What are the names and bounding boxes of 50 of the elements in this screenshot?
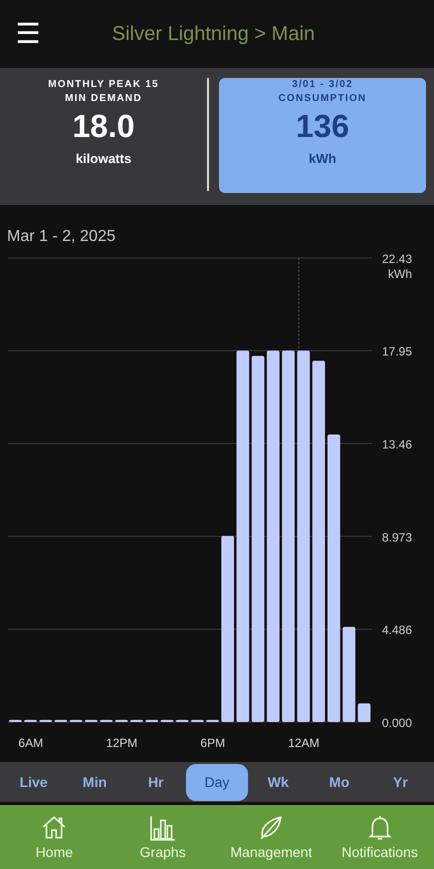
y-tick-label: 22.43 (382, 252, 412, 266)
stat-caption: MONTHLY PEAK 15 MIN DEMAND (47, 78, 160, 106)
bar (39, 720, 52, 722)
nav-item[interactable]: Notifications (326, 805, 434, 869)
nav-item[interactable]: Management (217, 805, 326, 869)
bar-chart-icon (148, 814, 177, 842)
stat-unit: kWh (308, 151, 336, 166)
stat-caption: 3/01 - 3/02 CONSUMPTION (277, 78, 368, 106)
bar (146, 720, 158, 722)
stat-value: 18.0 (72, 108, 135, 145)
bar (115, 720, 128, 722)
bar (24, 720, 37, 722)
x-tick-label: 6PM (200, 736, 226, 750)
bar (176, 720, 188, 722)
y-tick-label: 4.486 (382, 623, 412, 638)
app-title: Silver Lightning > Main (112, 22, 315, 46)
stat-unit: kilowatts (76, 151, 132, 166)
range-tab[interactable]: Day (186, 764, 248, 800)
bar (206, 720, 219, 722)
y-tick-label: 13.46 (382, 438, 412, 452)
stat-value: 136 (296, 108, 350, 145)
bell-icon (366, 814, 394, 842)
nav-item[interactable]: Graphs (108, 805, 217, 869)
range-tab[interactable]: Hr (125, 764, 186, 800)
x-tick-label: 12AM (288, 736, 320, 750)
y-axis-unit: kWh (388, 267, 412, 281)
y-tick-label: 0.000 (382, 716, 412, 730)
stat-card[interactable]: 3/01 - 3/02 CONSUMPTION 136 kWh (219, 78, 426, 193)
bar (160, 720, 174, 722)
bar (191, 720, 204, 722)
range-tab[interactable]: Live (3, 764, 64, 800)
range-tab[interactable]: Mo (308, 764, 370, 800)
range-tab[interactable]: Yr (370, 764, 431, 800)
range-tab[interactable]: Min (64, 764, 126, 800)
stat-card[interactable]: MONTHLY PEAK 15 MIN DEMAND 18.0 kilowatts (0, 78, 207, 193)
y-tick-label: 8.973 (382, 530, 412, 544)
bar (100, 720, 113, 722)
bar (84, 720, 98, 722)
bar (54, 720, 68, 722)
x-tick-label: 12PM (106, 736, 138, 750)
bar (130, 720, 143, 722)
date-range: Mar 1 - 2, 2025 (6, 227, 116, 247)
bar (9, 720, 22, 722)
bar (70, 720, 82, 722)
y-tick-label: 17.95 (382, 344, 412, 359)
bar (358, 703, 370, 722)
x-tick-label: 6AM (18, 736, 44, 750)
range-tab[interactable]: Wk (248, 764, 309, 800)
nav-item[interactable]: Home (0, 805, 108, 869)
menu-icon[interactable]: ☰ (0, 20, 56, 48)
